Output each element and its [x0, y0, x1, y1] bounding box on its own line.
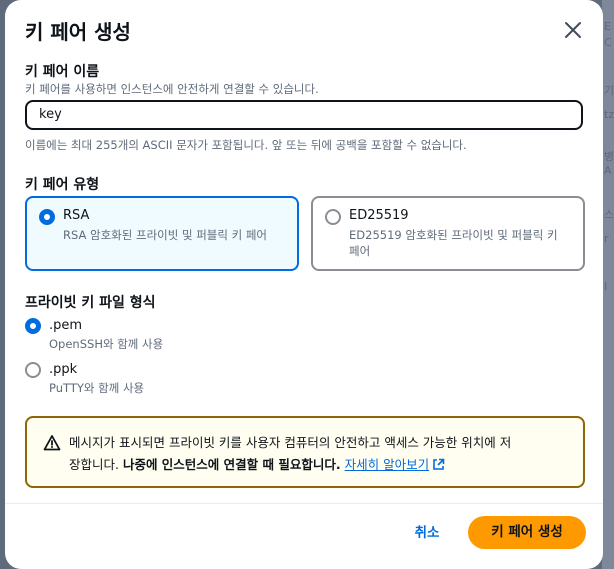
warning-alert: 메시지가 표시되면 프라이빗 키를 사용자 컴퓨터의 안전하고 액세스 가능한 … — [25, 416, 585, 488]
background-char: I — [604, 280, 608, 293]
warning-text-plain: 장합니다. — [69, 457, 123, 472]
key-type-rsa-label: RSA — [63, 208, 90, 223]
background-char: r — [604, 232, 609, 245]
background-char: C — [604, 36, 612, 49]
close-icon[interactable] — [561, 18, 585, 42]
key-type-ed25519-description: ED25519 암호화된 프라이빗 및 퍼블릭 키 페어 — [349, 227, 558, 259]
external-link-icon[interactable] — [432, 458, 445, 471]
key-name-description: 키 페어를 사용하면 인스턴스에 안전하게 연결할 수 있습니다. — [25, 82, 319, 96]
key-name-label: 키 페어 이름 — [25, 64, 100, 80]
background-char: 스 — [604, 208, 614, 221]
key-name-constraint: 이름에는 최대 255개의 ASCII 문자가 포함됩니다. 앞 또는 뒤에 공… — [25, 138, 467, 152]
file-format-pem-label[interactable]: .pem — [49, 318, 82, 333]
warning-text-line2: 장합니다. 나중에 인스턴스에 연결할 때 필요합니다. 자세히 알아보기 — [69, 454, 569, 476]
key-type-rsa-radio[interactable] — [39, 209, 55, 225]
key-type-ed25519-description-line1: ED25519 암호화된 프라이빗 및 퍼블릭 키 — [349, 228, 558, 242]
background-char: 기 — [604, 84, 614, 97]
warning-icon — [43, 435, 61, 451]
file-format-ppk-radio[interactable] — [25, 362, 41, 378]
file-format-ppk-label[interactable]: .ppk — [49, 362, 77, 377]
create-key-pair-button[interactable]: 키 페어 생성 — [468, 516, 586, 549]
warning-text: 메시지가 표시되면 프라이빗 키를 사용자 컴퓨터의 안전하고 액세스 가능한 … — [69, 432, 569, 476]
file-format-ppk-description: PuTTY와 함께 사용 — [49, 381, 145, 395]
file-format-label: 프라이빗 키 파일 형식 — [25, 295, 156, 311]
file-format-pem-description: OpenSSH와 함께 사용 — [49, 337, 164, 351]
key-type-rsa-tile[interactable]: RSA RSA 암호화된 프라이빗 및 퍼블릭 키 페어 — [25, 196, 299, 271]
key-type-ed25519-radio[interactable] — [325, 209, 341, 225]
create-key-pair-modal: 키 페어 생성 키 페어 이름 키 페어를 사용하면 인스턴스에 안전하게 연결… — [5, 0, 603, 569]
background-char: 병 — [604, 150, 614, 163]
learn-more-link[interactable]: 자세히 알아보기 — [345, 457, 429, 472]
warning-text-line1: 메시지가 표시되면 프라이빗 키를 사용자 컴퓨터의 안전하고 액세스 가능한 … — [69, 435, 512, 450]
file-format-pem-radio[interactable] — [25, 318, 41, 334]
footer-divider — [5, 503, 603, 504]
background-char: tz — [604, 108, 614, 121]
warning-text-bold: 나중에 인스턴스에 연결할 때 필요합니다. — [122, 457, 341, 472]
modal-title: 키 페어 생성 — [25, 20, 131, 44]
key-type-rsa-description: RSA 암호화된 프라이빗 및 퍼블릭 키 페어 — [63, 228, 268, 242]
key-name-input[interactable]: key — [25, 100, 583, 130]
key-type-ed25519-description-line2: 페어 — [349, 244, 371, 258]
background-char: A — [604, 164, 612, 177]
key-type-ed25519-tile[interactable]: ED25519 ED25519 암호화된 프라이빗 및 퍼블릭 키 페어 — [311, 196, 585, 271]
key-type-ed25519-label: ED25519 — [349, 208, 409, 223]
cancel-button[interactable]: 취소 — [404, 517, 450, 549]
key-type-label: 키 페어 유형 — [25, 177, 100, 193]
background-char: E — [604, 20, 611, 33]
